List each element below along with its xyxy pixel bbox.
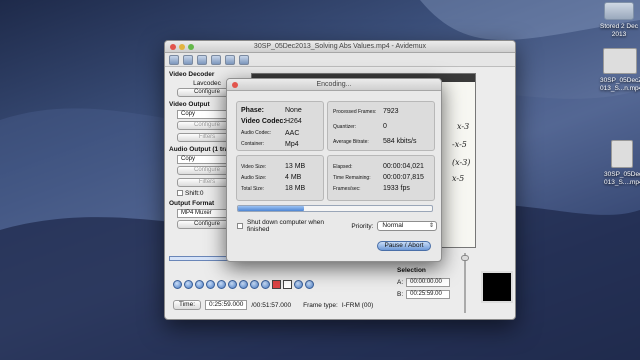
current-time-field[interactable]: 0:25:59.000 xyxy=(205,300,248,310)
avg-bitrate-value: 584 kbits/s xyxy=(383,138,417,145)
pause-abort-button[interactable]: Pause / Abort xyxy=(377,241,431,251)
video-codec-label: Video Codec: xyxy=(241,118,286,125)
desktop-icon-label: Stored 2 Dec 2013 xyxy=(600,23,638,38)
processed-frames-label: Processed Frames: xyxy=(333,109,377,115)
phase-label: Phase: xyxy=(241,107,264,114)
audio-size-label: Audio Size: xyxy=(241,175,267,181)
shift-label: Shift: xyxy=(185,190,200,197)
dialog-title: Encoding... xyxy=(316,81,352,88)
next-black-icon[interactable] xyxy=(239,280,248,289)
window-title: 30SP_05Dec2013_Solving Abs Values.mp4 - … xyxy=(253,43,427,50)
rewind-icon[interactable] xyxy=(184,280,193,289)
folder-icon xyxy=(604,2,634,20)
frame-type-label: Frame type: xyxy=(303,301,338,309)
video-decoder-title: Video Decoder xyxy=(169,71,215,78)
encoding-progress-bar xyxy=(237,205,433,212)
shutdown-label: Shut down computer when finished xyxy=(246,219,324,233)
priority-value: Normal xyxy=(382,222,404,229)
goto-marker-b-icon[interactable] xyxy=(305,280,314,289)
phase-value: None xyxy=(285,107,302,114)
handwriting-1: x-3 xyxy=(457,122,470,131)
time-button[interactable]: Time: xyxy=(173,300,202,310)
desktop-icon-label: 30SP_05DecZ 013_S....mp4 xyxy=(604,171,640,186)
audio-size-value: 4 MB xyxy=(285,174,302,181)
volume-knob[interactable] xyxy=(461,255,469,261)
dialog-titlebar: Encoding... xyxy=(227,79,441,91)
main-toolbar xyxy=(165,53,515,67)
total-size-label: Total Size: xyxy=(241,186,265,192)
selection-a-field[interactable]: 00:00:00.00 xyxy=(406,278,451,287)
last-frame-icon[interactable] xyxy=(261,280,270,289)
marker-a-icon[interactable] xyxy=(272,280,281,289)
shift-checkbox[interactable] xyxy=(177,190,183,197)
video-file-icon xyxy=(611,140,633,168)
prev-keyframe-icon[interactable] xyxy=(206,280,215,289)
info-icon[interactable] xyxy=(197,55,207,65)
fps-label: Frames/sec: xyxy=(333,186,361,192)
desktop-icon-label: 30SP_05DecZ 013_S...n.mp4 xyxy=(600,77,640,92)
audio-codec-label: Audio Codec: xyxy=(241,130,272,136)
fps-value: 1933 fps xyxy=(383,185,410,192)
priority-label: Priority: xyxy=(351,222,374,230)
window-titlebar: 30SP_05Dec2013_Solving Abs Values.mp4 - … xyxy=(165,41,515,53)
open-icon[interactable] xyxy=(169,55,179,65)
desktop-folder-stored[interactable]: Stored 2 Dec 2013 xyxy=(600,2,638,38)
encoding-dialog: Encoding... Phase: None Video Codec: H26… xyxy=(226,78,442,262)
selection-b-field[interactable]: 00:25:59.00 xyxy=(406,290,451,299)
select-arrows-icon: ⇕ xyxy=(428,223,434,229)
processed-frames-value: 7923 xyxy=(383,108,399,115)
quantizer-label: Quantizer: xyxy=(333,124,357,130)
container-value: Mp4 xyxy=(285,141,299,148)
avg-bitrate-label: Average Bitrate: xyxy=(333,139,369,145)
shutdown-checkbox[interactable] xyxy=(237,223,243,229)
desktop-file-mp4-1[interactable]: 30SP_05DecZ 013_S...n.mp4 xyxy=(600,48,640,92)
list-icon[interactable] xyxy=(225,55,235,65)
first-frame-icon[interactable] xyxy=(250,280,259,289)
video-file-icon xyxy=(603,48,637,74)
container-label: Container: xyxy=(241,141,265,147)
remaining-label: Time Remaining: xyxy=(333,175,371,181)
forward-icon[interactable] xyxy=(195,280,204,289)
minimize-icon[interactable] xyxy=(179,44,185,50)
desktop-file-mp4-2[interactable]: 30SP_05DecZ 013_S....mp4 xyxy=(604,140,640,186)
save-icon[interactable] xyxy=(183,55,193,65)
time-row: Time: 0:25:59.000 /00:51:57.000 Frame ty… xyxy=(173,300,373,310)
close-icon[interactable] xyxy=(170,44,176,50)
handwriting-2: -x-5 xyxy=(452,140,467,149)
encoding-options-row: Shut down computer when finished Priorit… xyxy=(237,219,437,233)
total-time: /00:51:57.000 xyxy=(251,301,292,309)
video-size-label: Video Size: xyxy=(241,164,267,170)
video-size-value: 13 MB xyxy=(285,163,306,170)
next-keyframe-icon[interactable] xyxy=(217,280,226,289)
audio-meter xyxy=(481,271,513,303)
prev-black-icon[interactable] xyxy=(228,280,237,289)
selection-b-label: B: xyxy=(397,291,404,298)
quantizer-value: 0 xyxy=(383,123,387,130)
elapsed-label: Elapsed: xyxy=(333,164,353,170)
play-script-icon[interactable] xyxy=(239,55,249,65)
zoom-icon[interactable] xyxy=(188,44,194,50)
calculator-icon[interactable] xyxy=(211,55,221,65)
play-icon[interactable] xyxy=(173,280,182,289)
frame-type-value: I-FRM (00) xyxy=(341,301,374,309)
remaining-value: 00:00:07,815 xyxy=(383,174,424,181)
elapsed-value: 00:00:04,021 xyxy=(383,163,424,170)
volume-slider[interactable] xyxy=(461,253,469,313)
encoding-progress-fill xyxy=(238,206,304,211)
marker-b-icon[interactable] xyxy=(283,280,292,289)
selection-a-label: A: xyxy=(397,279,404,286)
close-icon[interactable] xyxy=(232,82,238,88)
handwriting-3: (x-3) xyxy=(452,158,471,167)
audio-codec-value: AAC xyxy=(285,130,300,137)
goto-marker-a-icon[interactable] xyxy=(294,280,303,289)
priority-select[interactable]: Normal ⇕ xyxy=(377,221,437,231)
shift-value[interactable]: 0 xyxy=(200,190,204,197)
handwriting-4: x-5 xyxy=(452,174,465,183)
transport-controls xyxy=(173,280,314,289)
video-codec-value: H264 xyxy=(285,118,302,125)
total-size-value: 18 MB xyxy=(285,185,306,192)
